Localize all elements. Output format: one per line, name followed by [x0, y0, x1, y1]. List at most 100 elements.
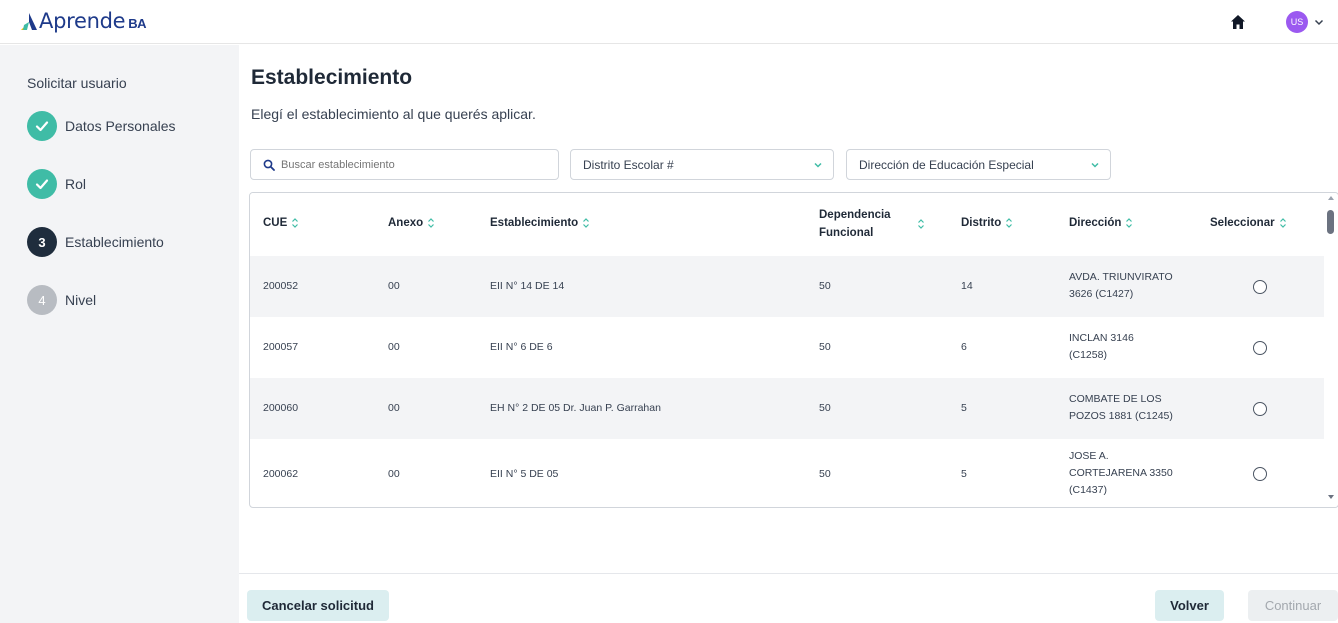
cell-direccion: AVDA. TRIUNVIRATO 3626 (C1427): [1069, 269, 1173, 303]
cell-distrito: 5: [961, 402, 967, 414]
cell-direccion-line: 3626 (C1427): [1069, 288, 1134, 300]
cell-cue: 200057: [263, 341, 299, 353]
steps-sidebar: Solicitar usuario Datos Personales Rol 3…: [0, 45, 239, 623]
continue-button[interactable]: Continuar: [1248, 590, 1338, 621]
back-button[interactable]: Volver: [1155, 590, 1224, 621]
sort-icon: [1006, 218, 1013, 228]
column-header-label: Funcional: [819, 227, 874, 239]
scroll-down-arrow-icon[interactable]: [1328, 495, 1334, 499]
step-label: Rol: [65, 176, 87, 192]
table-row[interactable]: 200062 00 EII N° 5 DE 05 50 5 JOSE A. CO…: [250, 439, 1325, 507]
select-radio[interactable]: [1253, 467, 1267, 481]
table-row[interactable]: 200052 00 EII N° 14 DE 14 50 14 AVDA. TR…: [250, 256, 1325, 317]
search-icon: [263, 159, 275, 171]
search-input[interactable]: [281, 158, 541, 171]
avatar: US: [1286, 11, 1308, 33]
sidebar-title: Solicitar usuario: [27, 75, 127, 91]
logo-ba: BA: [128, 15, 147, 31]
select-radio[interactable]: [1253, 402, 1267, 416]
direccion-select[interactable]: Dirección de Educación Especial: [846, 149, 1111, 180]
sort-icon: [917, 219, 924, 229]
page-subtitle: Elegí el establecimiento al que querés a…: [251, 106, 536, 122]
cell-anexo: 00: [388, 280, 400, 292]
cell-dependencia: 50: [819, 468, 831, 480]
cell-direccion: INCLAN 3146 (C1258): [1069, 330, 1134, 364]
column-header-label: Dependencia: [819, 209, 891, 221]
check-icon: [27, 111, 57, 141]
column-header-label: Establecimiento: [490, 217, 579, 229]
top-header: Aprende BA US: [0, 0, 1338, 44]
scroll-up-arrow-icon[interactable]: [1328, 196, 1334, 200]
step-label: Datos Personales: [65, 118, 176, 134]
cell-anexo: 00: [388, 402, 400, 414]
column-header-dependencia[interactable]: Dependencia Funcional: [819, 206, 925, 242]
aprende-ba-logo[interactable]: Aprende BA: [20, 9, 147, 33]
cell-direccion-line: COMBATE DE LOS: [1069, 393, 1162, 405]
check-icon: [27, 169, 57, 199]
table-row[interactable]: 200060 00 EH N° 2 DE 05 Dr. Juan P. Garr…: [250, 378, 1325, 439]
cell-direccion-line: JOSE A.: [1069, 450, 1109, 462]
distrito-select-value: Distrito Escolar #: [583, 157, 674, 172]
search-field[interactable]: [250, 149, 559, 180]
column-header-seleccionar[interactable]: Seleccionar: [1210, 217, 1287, 229]
cell-dependencia: 50: [819, 402, 831, 414]
table-scrollbar[interactable]: [1324, 193, 1338, 507]
sort-icon: [292, 218, 299, 228]
cell-cue: 200052: [263, 280, 299, 292]
cell-direccion-line: (C1437): [1069, 484, 1107, 496]
direccion-select-value: Dirección de Educación Especial: [859, 157, 1034, 172]
cell-distrito: 14: [961, 280, 973, 292]
step-nivel: 4 Nivel: [27, 285, 96, 315]
cell-establecimiento: EH N° 2 DE 05 Dr. Juan P. Garrahan: [490, 402, 661, 414]
column-header-direccion[interactable]: Dirección: [1069, 217, 1133, 229]
table-row[interactable]: 200057 00 EII N° 6 DE 6 50 6 INCLAN 3146…: [250, 317, 1325, 378]
cell-establecimiento: EII N° 5 DE 05: [490, 468, 559, 480]
chevron-down-icon: [1314, 19, 1324, 26]
step-label: Establecimiento: [65, 234, 164, 250]
select-radio[interactable]: [1253, 341, 1267, 355]
distrito-select[interactable]: Distrito Escolar #: [570, 149, 834, 180]
sort-icon: [1126, 218, 1133, 228]
sort-icon: [1279, 218, 1286, 228]
page-title: Establecimiento: [251, 66, 413, 89]
column-header-label: Anexo: [388, 217, 424, 229]
cell-direccion-line: (C1258): [1069, 349, 1107, 361]
establecimientos-table: CUE Anexo Establecimiento Dependencia Fu…: [249, 192, 1338, 508]
column-header-cue[interactable]: CUE: [263, 217, 299, 229]
step-label: Nivel: [65, 292, 97, 308]
chevron-down-icon: [814, 162, 822, 168]
user-menu[interactable]: US: [1286, 11, 1324, 33]
select-radio[interactable]: [1253, 280, 1267, 294]
cell-direccion-line: POZOS 1881 (C1245): [1069, 410, 1173, 422]
cell-direccion-line: INCLAN 3146: [1069, 332, 1134, 344]
chevron-down-icon: [1091, 162, 1099, 168]
column-header-label: Distrito: [961, 217, 1002, 229]
sort-icon: [428, 218, 435, 228]
cell-anexo: 00: [388, 341, 400, 353]
cell-direccion: JOSE A. CORTEJARENA 3350 (C1437): [1069, 448, 1173, 499]
logo-text: Aprende: [39, 9, 126, 33]
scroll-thumb[interactable]: [1327, 210, 1334, 234]
cell-distrito: 5: [961, 468, 967, 480]
table-header: CUE Anexo Establecimiento Dependencia Fu…: [250, 193, 1325, 256]
cell-cue: 200060: [263, 402, 299, 414]
cell-dependencia: 50: [819, 341, 831, 353]
logo-mark-icon: [21, 13, 37, 30]
sort-icon: [583, 218, 590, 228]
home-icon[interactable]: [1229, 13, 1247, 31]
footer-divider: [239, 573, 1338, 574]
cell-establecimiento: EII N° 14 DE 14: [490, 280, 565, 292]
cell-dependencia: 50: [819, 280, 831, 292]
column-header-anexo[interactable]: Anexo: [388, 217, 435, 229]
column-header-label: Seleccionar: [1210, 217, 1275, 229]
column-header-distrito[interactable]: Distrito: [961, 217, 1013, 229]
cell-direccion-line: CORTEJARENA 3350: [1069, 467, 1173, 479]
cancel-request-button[interactable]: Cancelar solicitud: [247, 590, 389, 621]
step-establecimiento: 3 Establecimiento: [27, 227, 164, 257]
step-number: 4: [27, 285, 57, 315]
cell-distrito: 6: [961, 341, 967, 353]
step-rol: Rol: [27, 169, 86, 199]
column-header-label: Dirección: [1069, 217, 1122, 229]
step-number: 3: [27, 227, 57, 257]
column-header-establecimiento[interactable]: Establecimiento: [490, 217, 590, 229]
